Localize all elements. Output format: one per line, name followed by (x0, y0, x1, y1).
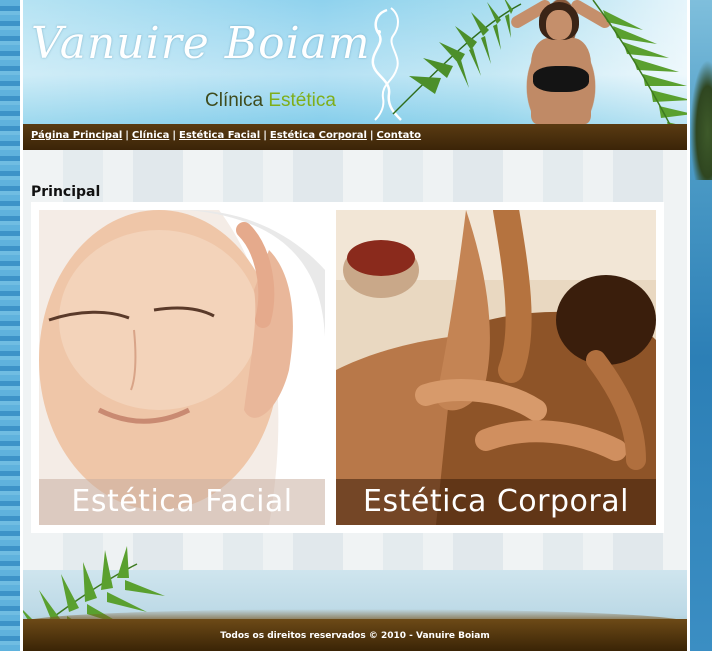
site-header: Vanuire Boiam Clínica Estética (23, 0, 687, 124)
ocean-background-left (0, 0, 20, 651)
tile-estetica-corporal[interactable]: Estética Corporal (336, 210, 656, 525)
brand-subtitle: Clínica Estética (205, 90, 336, 112)
tile-label-corporal: Estética Corporal (336, 479, 656, 525)
nav-link-pagina-principal[interactable]: Página Principal (31, 130, 122, 141)
brand-subtitle-clinica: Clínica (205, 90, 269, 111)
tile-estetica-facial[interactable]: Estética Facial (39, 210, 325, 525)
island-rock (690, 60, 712, 180)
brand-subtitle-estetica: Estética (268, 90, 336, 111)
main-content: Principal Estética Facial Estética Corpo… (23, 150, 687, 570)
page-container: Vanuire Boiam Clínica Estética Página Pr… (20, 0, 690, 651)
site-footer: Todos os direitos reservados © 2010 - Va… (23, 546, 687, 651)
nav-link-estetica-corporal[interactable]: Estética Corporal (270, 130, 367, 141)
nav-bar: Página Principal | Clínica | Estética Facial… (23, 124, 687, 150)
footer-copyright: Todos os direitos reservados © 2010 - Va… (220, 631, 490, 641)
brand-name: Vanuire Boiam (31, 18, 371, 69)
nav-link-estetica-facial[interactable]: Estética Facial (179, 130, 260, 141)
tiles-panel: Estética Facial Estética Corporal (31, 202, 664, 533)
corporal-photo (336, 210, 656, 525)
nav-link-contato[interactable]: Contato (377, 130, 422, 141)
tile-label-facial: Estética Facial (39, 479, 325, 525)
page-title: Principal (31, 184, 101, 200)
facial-photo (39, 210, 325, 525)
nav-link-clinica[interactable]: Clínica (132, 130, 169, 141)
ocean-background-right (690, 0, 712, 651)
palm-leaf-right (592, 0, 687, 124)
main-nav: Página Principal | Clínica | Estética Facial… (31, 130, 422, 141)
